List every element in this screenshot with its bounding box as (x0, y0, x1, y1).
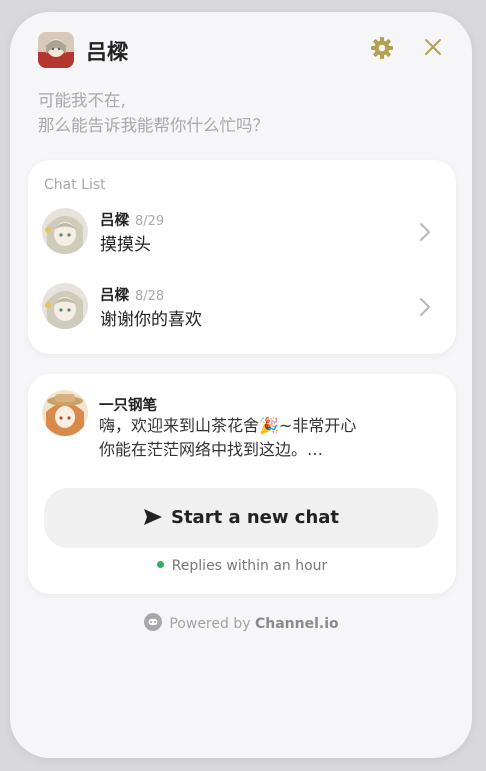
close-icon[interactable] (422, 36, 444, 58)
welcome-message-line-1: 嗨，欢迎来到山茶花舍🎉~非常开心 (99, 416, 357, 435)
online-status-dot (156, 561, 164, 568)
agent-avatar (42, 390, 88, 436)
start-new-chat-button[interactable]: Start a new chat (44, 488, 438, 548)
chat-list-card: Chat List 吕樑 8/29 摸摸头 吕樑 8/28 谢谢你的喜欢 (28, 160, 456, 354)
chevron-right-icon (418, 297, 432, 317)
agent-name: 一只钢笔 (99, 398, 157, 414)
brand-name: 吕樑 (86, 40, 128, 64)
chat-sender: 吕樑 8/29 (100, 209, 164, 230)
channel-io-logo-icon (143, 612, 163, 636)
chat-avatar (42, 208, 88, 254)
chat-date: 8/29 (135, 214, 165, 229)
powered-by-text: Powered by (169, 616, 251, 632)
chat-sender-name: 吕樑 (100, 213, 129, 229)
chat-list-item[interactable]: 吕樑 8/28 谢谢你的喜欢 (42, 283, 442, 343)
intro-text: 可能我不在, 那么能告诉我能帮你什么忙吗？ (38, 88, 438, 138)
chat-list-label: Chat List (44, 177, 106, 193)
chat-list-item[interactable]: 吕樑 8/29 摸摸头 (42, 208, 442, 268)
welcome-card: 一只钢笔 嗨，欢迎来到山茶花舍🎉~非常开心 你能在茫茫网络中找到这边。… Sta… (28, 374, 456, 594)
brand-avatar (38, 32, 74, 68)
reply-time: Replies within an hour (28, 558, 456, 574)
chat-sender: 吕樑 8/28 (100, 284, 164, 305)
start-new-chat-content: Start a new chat (44, 488, 438, 548)
powered-by-footer[interactable]: Powered by Channel.io (10, 612, 472, 636)
reply-time-text: Replies within an hour (171, 558, 328, 574)
chat-date: 8/28 (135, 289, 165, 304)
chat-preview: 摸摸头 (100, 235, 151, 255)
chat-avatar (42, 283, 88, 329)
settings-gear-icon[interactable] (370, 36, 394, 60)
intro-line-1: 可能我不在, (38, 91, 126, 110)
header: 吕樑 (38, 32, 444, 72)
powered-by-brand: Channel.io (254, 616, 339, 632)
start-new-chat-label: Start a new chat (170, 507, 340, 528)
welcome-message-line-2: 你能在茫茫网络中找到这边。… (99, 440, 324, 459)
chevron-right-icon (418, 222, 432, 242)
welcome-message: 嗨，欢迎来到山茶花舍🎉~非常开心 你能在茫茫网络中找到这边。… (99, 414, 399, 462)
intro-line-2: 那么能告诉我能帮你什么忙吗？ (38, 116, 269, 135)
messenger-widget: 吕樑 可能我不在, 那么能告诉我能帮你什么忙吗？ Chat List 吕樑 8/… (10, 12, 472, 758)
chat-preview: 谢谢你的喜欢 (100, 310, 202, 330)
chat-sender-name: 吕樑 (100, 288, 129, 304)
send-icon (143, 509, 162, 525)
